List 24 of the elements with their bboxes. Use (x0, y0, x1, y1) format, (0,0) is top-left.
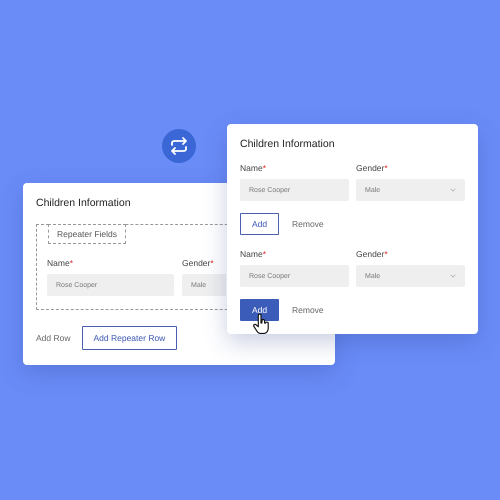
add-button[interactable]: Add (240, 299, 279, 321)
card-title: Children Information (36, 197, 132, 209)
repeater-legend: Repeater Fields (48, 224, 126, 244)
required-mark: * (210, 258, 214, 268)
field-label: Gender (356, 163, 384, 173)
add-row-label: Add Row (36, 333, 70, 343)
required-mark: * (262, 163, 266, 173)
card-title: Children Information (240, 138, 336, 150)
swap-icon[interactable] (161, 128, 197, 164)
required-mark: * (384, 249, 388, 259)
required-mark: * (70, 258, 73, 268)
required-mark: * (262, 249, 266, 259)
field-label: Name (240, 249, 263, 259)
field-label: Gender (182, 258, 210, 268)
field-label: Name (47, 258, 70, 268)
add-repeater-row-button[interactable]: Add Repeater Row (82, 326, 178, 350)
field-label: Gender (356, 249, 384, 259)
add-button[interactable]: Add (240, 213, 279, 235)
required-mark: * (384, 163, 388, 173)
chevron-down-icon (450, 188, 456, 192)
remove-button[interactable]: Remove (292, 305, 324, 315)
field-label: Name (240, 163, 263, 173)
remove-button[interactable]: Remove (292, 219, 324, 229)
chevron-down-icon (450, 274, 456, 278)
